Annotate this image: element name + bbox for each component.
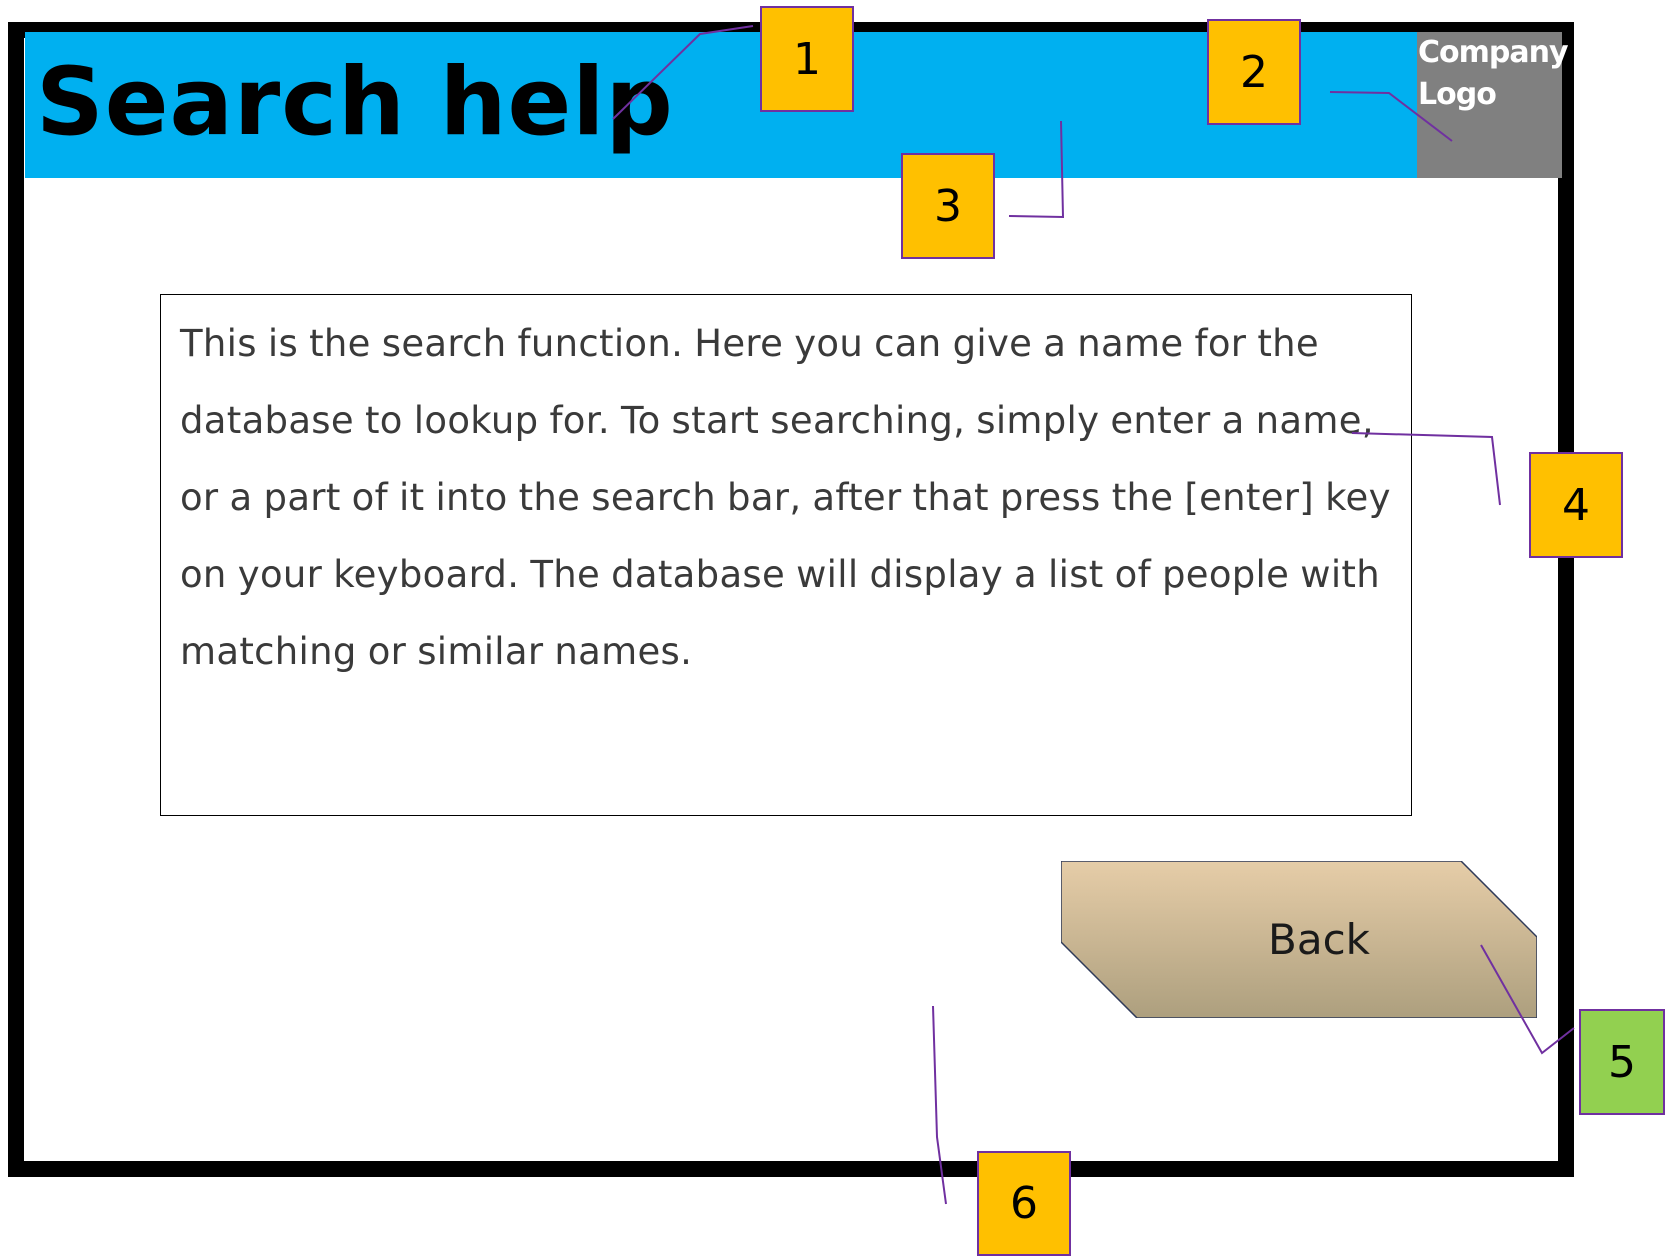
logo-line-1: Company [1418,35,1569,70]
annotation-callout-3: 3 [901,153,995,259]
annotation-callout-6: 6 [977,1151,1071,1256]
help-text: This is the search function. Here you ca… [180,322,1391,673]
logo-line-2: Logo [1418,77,1497,112]
annotation-callout-4: 4 [1529,452,1623,558]
annotation-callout-2: 2 [1207,19,1301,125]
callout-label-4: 4 [1562,479,1590,531]
page-title: Search help [36,48,674,157]
callout-label-2: 2 [1240,46,1268,98]
annotation-callout-5: 5 [1579,1009,1665,1115]
callout-label-6: 6 [1010,1178,1038,1229]
callout-label-3: 3 [934,180,962,232]
annotation-callout-1: 1 [760,6,854,112]
wireframe-canvas: Search help Company Logo This is the sea… [0,0,1665,1256]
callout-label-5: 5 [1608,1036,1636,1088]
back-button[interactable]: Back [1061,861,1537,1018]
company-logo-label: Company Logo [1418,32,1569,116]
callout-label-1: 1 [793,33,821,85]
back-button-label: Back [1268,915,1370,964]
